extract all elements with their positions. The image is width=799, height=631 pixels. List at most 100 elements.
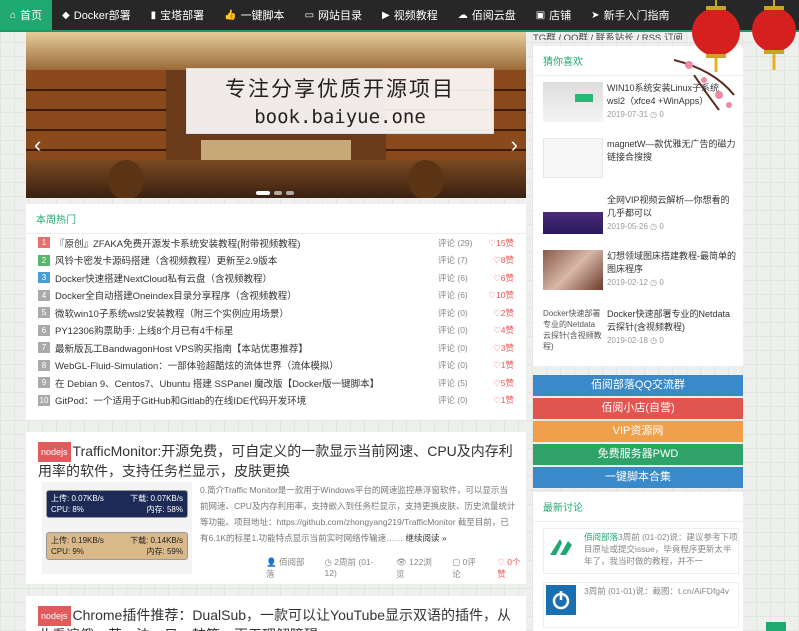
monitor-preview: 上传: 0.19KB/s 下载: 0.14KB/s CPU: 9% 内存: 59% (46, 532, 188, 560)
guess-title: Docker快速部署专业的Netdata云探针(含视频教程) (607, 309, 731, 332)
hot-item-likes[interactable]: ♡6赞 (482, 272, 514, 284)
prev-slide-arrow-icon[interactable]: ‹ (34, 132, 41, 158)
nav-item-directory[interactable]: ▭ 网站目录 (295, 0, 372, 30)
hot-item-title[interactable]: Docker全自动搭建Oneindex目录分享程序（含视频教程） (55, 288, 438, 302)
banner-domain: book.baiyue.one (254, 106, 426, 128)
hot-item-likes[interactable]: ♡3赞 (482, 342, 514, 354)
hot-list-item[interactable]: 2 风铃卡密发卡源码搭建（含视频教程）更新至2.9版本 评论 (7) ♡8赞 (26, 252, 526, 270)
hot-list-item[interactable]: 4 Docker全自动搭建Oneindex目录分享程序（含视频教程） 评论 (6) ♡… (26, 287, 526, 305)
nav-item-docker[interactable]: ◆ Docker部署 (52, 0, 141, 30)
comments-heading: 最新讨论 (533, 492, 743, 522)
hot-list-item[interactable]: 7 最新版瓦工BandwagonHost VPS购买指南【本站优惠推荐】 评论 (0… (26, 339, 526, 357)
hot-item-title[interactable]: 最新版瓦工BandwagonHost VPS购买指南【本站优惠推荐】 (55, 341, 438, 355)
comment-item[interactable]: 佰阅部落3周前 (01-02)说：建议参考下项目原址或提交issue，毕竟程序更… (543, 528, 739, 574)
hot-item-title[interactable]: WebGL-Fluid-Simulation：一部体验超酷炫的流体世界（流体模拟… (55, 358, 438, 372)
rank-badge: 4 (38, 289, 50, 301)
post-title-text[interactable]: Chrome插件推荐：DualSub，一款可以让YouTube显示双语的插件，从… (38, 607, 511, 631)
weekly-hot-heading: 本周热门 (26, 204, 526, 234)
category-tag[interactable]: nodejs (38, 442, 71, 463)
hot-list-item[interactable]: 6 PY12306购票助手: 上线8个月已有4千标星 评论 (0) ♡4赞 (26, 322, 526, 340)
hot-list-item[interactable]: 3 Docker快速搭建NextCloud私有云盘（含视频教程） 评论 (6) ♡6赞 (26, 269, 526, 287)
hot-list-item[interactable]: 9 在 Debian 9、Centos7、Ubuntu 搭建 SSPanel 魔改… (26, 374, 526, 392)
rank-badge: 1 (38, 237, 50, 249)
hot-item-likes[interactable]: ♡8赞 (482, 254, 514, 266)
hot-item-comments: 评论 (5) (438, 377, 468, 388)
free-server-button[interactable]: 免费服务器PWD (533, 444, 743, 465)
post-title-text[interactable]: TrafficMonitor:开源免费，可自定义的一款显示当前网速、CPU及内存… (38, 443, 513, 479)
comment-body: 截图：t.cn/AiFDfg4v (652, 586, 730, 596)
hot-item-title[interactable]: Docker快速搭建NextCloud私有云盘（含视频教程） (55, 271, 438, 285)
guess-item[interactable]: 全网VIP视频云解析—你想看的几乎都可以 2019-05-26 ◷ 0 (543, 194, 739, 244)
nav-label: 新手入门指南 (603, 10, 670, 22)
hot-item-title[interactable]: 在 Debian 9、Centos7、Ubuntu 搭建 SSPanel 魔改版… (55, 376, 438, 390)
vip-resource-button[interactable]: VIP资源网 (533, 421, 743, 442)
hot-item-likes[interactable]: ♡15赞 (482, 237, 514, 249)
post-meta: 👤 佰阅部落 ◷ 2周前 (01-12) 👁 122浏览 ▢ 0评论 ♡ 0个赞 (266, 556, 526, 580)
carousel-dot[interactable] (256, 191, 270, 195)
post-likes[interactable]: ♡ 0个赞 (497, 556, 526, 580)
guess-date: 2019-02-18 ◷ 0 (607, 336, 664, 345)
banner-carousel[interactable]: 专注分享优质开源项目 book.baiyue.one ‹ › (26, 30, 526, 198)
post-thumbnail[interactable]: 上传: 0.07KB/s 下载: 0.07KB/s CPU: 8% 内存: 58% … (42, 482, 192, 574)
nav-item-guide[interactable]: ➤ 新手入门指南 (581, 0, 679, 30)
hot-item-likes[interactable]: ♡10赞 (482, 289, 514, 301)
post-views: 👁 122浏览 (396, 557, 432, 579)
download-speed: 下载: 0.14KB/s (130, 536, 183, 545)
nav-item-cloud[interactable]: ☁ 佰阅云盘 (448, 0, 526, 30)
back-to-top-button[interactable] (766, 622, 786, 631)
hot-item-likes[interactable]: ♡1赞 (482, 359, 514, 371)
guess-item[interactable]: Docker快速部署专业的Netdata云探针(含视频教程) Docker快速部… (543, 308, 739, 358)
script-collection-button[interactable]: 一键脚本合集 (533, 467, 743, 488)
carousel-dot[interactable] (274, 191, 282, 195)
post-comments[interactable]: ▢ 0评论 (452, 556, 481, 580)
hot-list-item[interactable]: 1 『原创』ZFAKA免费开源发卡系统安装教程(附带视频教程) 评论 (29) ♡15… (26, 234, 526, 252)
category-tag[interactable]: nodejs (38, 606, 71, 627)
post-title[interactable]: nodejs Chrome插件推荐：DualSub，一款可以让YouTube显示双… (38, 606, 514, 631)
hot-item-title[interactable]: 风铃卡密发卡源码搭建（含视频教程）更新至2.9版本 (55, 253, 438, 267)
excerpt-text: 0.简介Traffic Monitor是一款用于Windows平台的网速监控悬浮… (200, 485, 516, 543)
hot-list-item[interactable]: 5 微软win10子系统wsl2安装教程（附三个实例应用场景） 评论 (0) ♡2赞 (26, 304, 526, 322)
hot-item-comments: 评论 (0) (438, 342, 468, 353)
comment-text: 佰阅部落3周前 (01-02)说：建议参考下项目原址或提交issue，毕竟程序更… (584, 531, 738, 567)
cloud-icon: ☁ (457, 9, 468, 21)
hot-item-title[interactable]: GitPod：一个适用于GitHub和Gitlab的在线IDE代码开发环境 (55, 393, 438, 407)
guess-item[interactable]: magnetW—款优雅无广告的磁力链接合搜搜 (543, 138, 739, 188)
comment-item[interactable]: 3周前 (01-01)说：截图：t.cn/AiFDfg4v (543, 582, 739, 628)
folder-icon: ▭ (304, 9, 315, 21)
hot-item-likes[interactable]: ♡5赞 (482, 377, 514, 389)
nav-item-shop[interactable]: ▣ 店铺 (526, 0, 581, 30)
nav-item-video[interactable]: ▶ 视频教程 (372, 0, 448, 30)
hot-item-title[interactable]: 微软win10子系统wsl2安装教程（附三个实例应用场景） (55, 306, 438, 320)
carousel-dot[interactable] (286, 191, 294, 195)
nav-label: 佰阅云盘 (471, 10, 516, 22)
nav-label: 一键脚本 (240, 10, 285, 22)
post-title[interactable]: nodejs TrafficMonitor:开源免费，可自定义的一款显示当前网速、… (38, 442, 514, 480)
guess-item[interactable]: 幻想领域图床搭建教程-最简单的图床程序 2019-02-12 ◷ 0 (543, 250, 739, 300)
hot-list-item[interactable]: 8 WebGL-Fluid-Simulation：一部体验超酷炫的流体世界（流体模… (26, 357, 526, 375)
comment-author[interactable]: 佰阅部落 (584, 532, 618, 542)
cpu-usage: CPU: 9% (51, 547, 84, 556)
cpu-usage: CPU: 8% (51, 505, 84, 514)
bar-chart-icon: ▮ (150, 9, 157, 21)
read-more-link[interactable]: 继续阅读 » (405, 533, 446, 543)
shop-button[interactable]: 佰阅小店(自营) (533, 398, 743, 419)
hot-item-title[interactable]: 『原创』ZFAKA免费开源发卡系统安装教程(附带视频教程) (55, 236, 438, 250)
qq-group-button[interactable]: 佰阅部落QQ交流群 (533, 375, 743, 396)
post-excerpt: 0.简介Traffic Monitor是一款用于Windows平台的网速监控悬浮… (200, 482, 516, 546)
hot-item-likes[interactable]: ♡2赞 (482, 307, 514, 319)
next-slide-arrow-icon[interactable]: › (511, 132, 518, 158)
hot-item-likes[interactable]: ♡4赞 (482, 324, 514, 336)
nav-item-scripts[interactable]: 👍 一键脚本 (214, 0, 294, 30)
comment-time: 3周前 (01-01)说： (584, 586, 653, 596)
rank-badge: 7 (38, 342, 50, 354)
nav-item-baota[interactable]: ▮ 宝塔部署 (141, 0, 215, 30)
guess-thumbnail-alt: Docker快速部署专业的Netdata云探针(含视频教程) (543, 309, 602, 351)
guess-date: 2019-02-12 ◷ 0 (607, 278, 664, 287)
hot-list-item[interactable]: 10 GitPod：一个适用于GitHub和Gitlab的在线IDE代码开发环境评… (26, 392, 526, 410)
rank-badge: 10 (38, 394, 50, 406)
latest-comments-panel: 最新讨论 佰阅部落3周前 (01-02)说：建议参考下项目原址或提交issue，… (533, 492, 743, 631)
hot-item-likes[interactable]: ♡1赞 (482, 394, 514, 406)
hot-item-title[interactable]: PY12306购票助手: 上线8个月已有4千标星 (55, 323, 438, 337)
post-author[interactable]: 👤 佰阅部落 (266, 556, 309, 580)
nav-item-home[interactable]: ⌂ 首页 (0, 0, 53, 30)
